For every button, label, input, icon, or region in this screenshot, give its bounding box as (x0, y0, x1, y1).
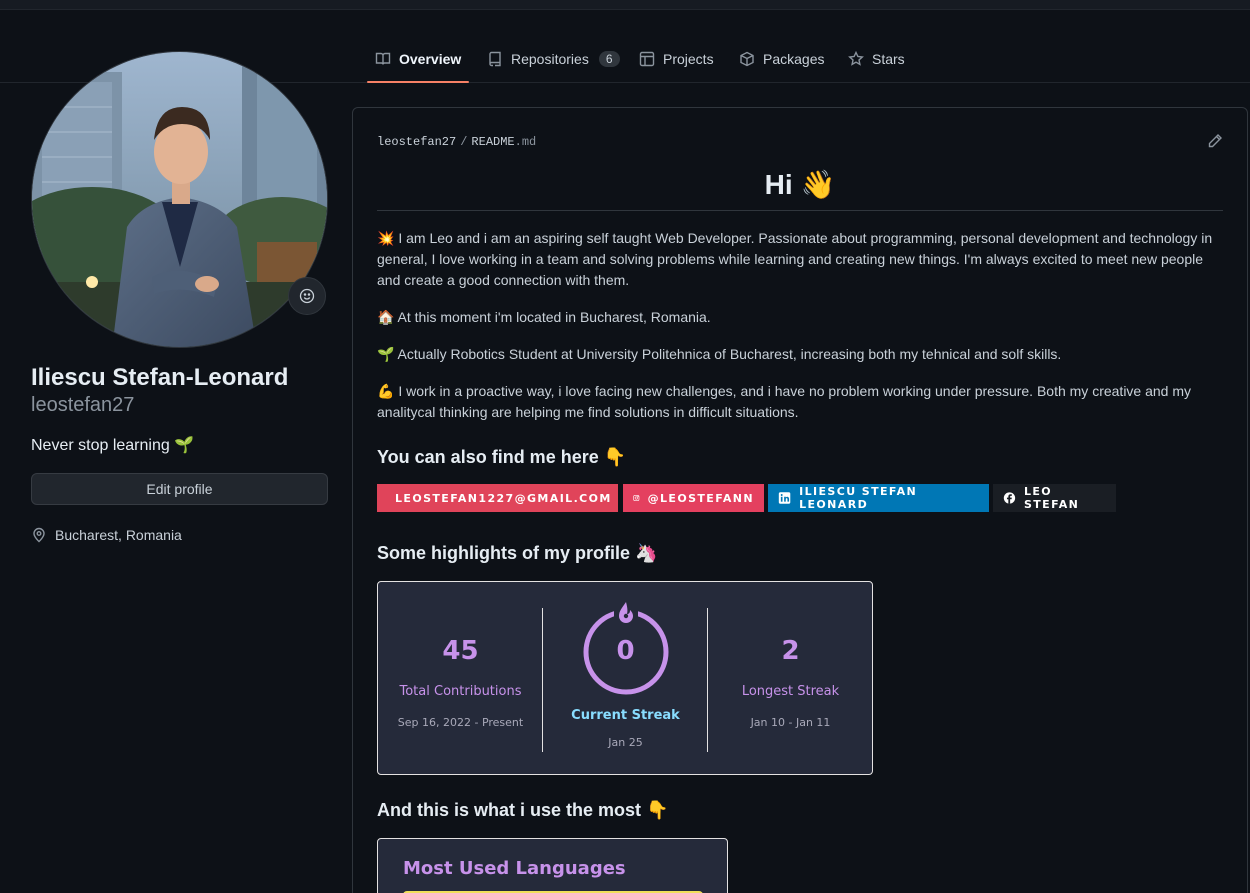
gmail-badge[interactable]: LEOSTEFAN1227@GMAIL.COM (377, 484, 618, 512)
most-used-heading: And this is what i use the most 👇 (377, 800, 669, 820)
path-separator: / (460, 135, 468, 149)
repo-icon (489, 51, 501, 67)
tab-label: Projects (663, 51, 714, 67)
pencil-icon[interactable] (1207, 133, 1223, 149)
current-streak-value: 0 (616, 636, 635, 666)
readme-file-link[interactable]: README (471, 135, 514, 149)
longest-streak-value: 2 (781, 636, 800, 666)
badge-label: ILIESCU STEFAN LEONARD (799, 485, 918, 511)
instagram-icon (633, 495, 640, 501)
tab-stars[interactable]: Stars (840, 36, 913, 82)
edit-profile-button[interactable]: Edit profile (31, 473, 328, 505)
instagram-badge[interactable]: @LEOSTEFANN (623, 484, 764, 512)
current-streak-range: Jan 25 (608, 736, 643, 749)
linkedin-badge[interactable]: ILIESCU STEFAN LEONARD (768, 484, 989, 512)
find-me-heading: You can also find me here 👇 (377, 447, 627, 467)
most-used-languages-card: Most Used Languages (377, 838, 728, 893)
linkedin-icon (778, 492, 791, 504)
avatar-image (32, 52, 327, 347)
tab-label: Repositories (511, 51, 589, 67)
streak-stats-card: 45 Total Contributions Sep 16, 2022 - Pr… (377, 581, 873, 775)
location-pin-icon (33, 527, 45, 543)
tab-label: Overview (399, 51, 462, 67)
readme-panel: leostefan27 /README.md Hi 👋 💥 I am Leo an… (352, 107, 1248, 893)
tab-label: Packages (763, 51, 825, 67)
star-icon (848, 51, 864, 66)
longest-streak-label: Longest Streak (741, 684, 840, 699)
book-icon (375, 52, 391, 65)
readme-paragraph: 💪 I work in a proactive way, i love faci… (377, 383, 1192, 420)
readme-owner-link[interactable]: leostefan27 (377, 135, 456, 149)
tab-projects[interactable]: Projects (631, 36, 722, 82)
longest-streak-range: Jan 10 - Jan 11 (750, 716, 831, 729)
tab-overview[interactable]: Overview (367, 36, 470, 83)
badge-label: @LEOSTEFANN (647, 491, 754, 505)
profile-bio: Never stop learning 🌱 (31, 437, 195, 454)
current-streak-label: Current Streak (571, 708, 680, 723)
readme-file-ext: .md (514, 135, 537, 149)
readme-heading: Hi 👋 (377, 168, 1223, 211)
repo-count-badge: 6 (598, 51, 620, 67)
set-status-button[interactable] (288, 277, 326, 315)
highlights-heading: Some highlights of my profile 🦄 (377, 543, 658, 563)
readme-paragraph: 🌱 Actually Robotics Student at Universit… (377, 346, 1062, 362)
location-text: Bucharest, Romania (55, 527, 182, 543)
avatar[interactable] (31, 51, 328, 348)
facebook-badge[interactable]: LEO STEFAN (993, 484, 1116, 512)
total-contributions-range: Sep 16, 2022 - Present (397, 716, 524, 729)
profile-fullname: Iliescu Stefan-Leonard (31, 364, 289, 391)
tab-repositories[interactable]: Repositories 6 (479, 36, 628, 82)
total-contributions-label: Total Contributions (399, 684, 522, 699)
badge-label: LEOSTEFAN1227@GMAIL.COM (395, 491, 612, 505)
smiley-icon (299, 288, 315, 304)
facebook-icon (1003, 492, 1016, 504)
readme-path: leostefan27 /README.md (377, 135, 536, 149)
tab-packages[interactable]: Packages (731, 36, 832, 82)
profile-username: leostefan27 (31, 394, 135, 416)
readme-paragraph: 💥 I am Leo and i am an aspiring self tau… (377, 230, 1213, 288)
active-tab-underline (367, 81, 470, 83)
languages-title: Most Used Languages (403, 858, 626, 879)
tab-label: Stars (872, 51, 905, 67)
badge-label: LEO STEFAN (1023, 485, 1080, 511)
package-icon (740, 51, 754, 67)
top-header-bar (0, 0, 1250, 10)
readme-paragraph: 🏠 At this moment i'm located in Buchares… (377, 309, 711, 325)
total-contributions-value: 45 (442, 636, 479, 666)
table-icon (639, 51, 655, 67)
stat-divider (707, 608, 708, 752)
profile-location: Bucharest, Romania (31, 527, 182, 543)
stat-divider (542, 608, 543, 752)
